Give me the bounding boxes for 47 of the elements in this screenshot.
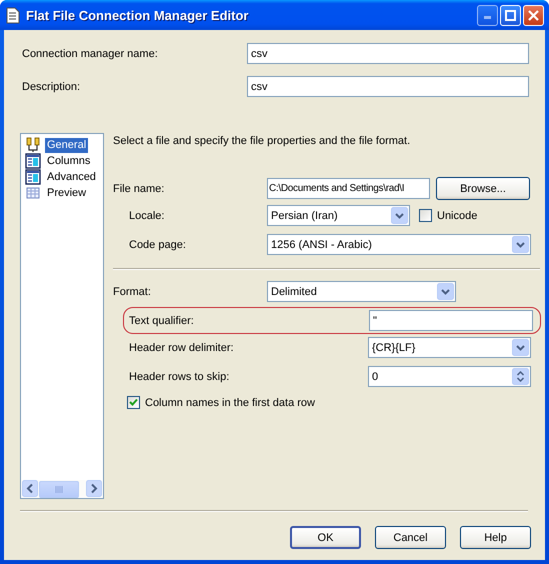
field-label: Code page: (128, 238, 187, 250)
dropdown[interactable]: Persian (Iran) (267, 205, 410, 226)
minimize-button[interactable] (477, 4, 498, 26)
checkbox-label: Column names in the first data row (145, 396, 315, 408)
input-field[interactable]: csv (247, 76, 529, 97)
field-label: Description: (22, 80, 82, 92)
field-label: Text qualifier: (129, 314, 195, 326)
field-label: Header rows to skip: (128, 370, 230, 382)
scroll-thumb[interactable] (39, 481, 79, 498)
field-label: Locale: (128, 210, 166, 222)
field-label: File name: (113, 182, 166, 194)
spinner-arrows-icon[interactable] (512, 368, 529, 385)
browse-button[interactable]: Browse... (436, 177, 530, 200)
checkbox[interactable] (419, 209, 432, 222)
instruction-text: Select a file and specify the file properties and the file format. (113, 135, 412, 147)
window-title: Flat File Connection Manager Editor (26, 8, 250, 22)
plug-icon (25, 137, 41, 153)
table-icon (25, 185, 41, 201)
dialog-button[interactable]: OK (290, 526, 361, 549)
maximize-icon (505, 10, 516, 20)
page-list-item[interactable]: Preview (45, 186, 88, 200)
input-field[interactable]: " (369, 310, 533, 331)
field-label: Header row delimiter: (128, 342, 235, 354)
dialog-button[interactable]: Cancel (375, 526, 446, 549)
checkbox-label: Unicode (437, 210, 478, 222)
maximize-button[interactable] (500, 4, 521, 26)
page-list-item[interactable]: Columns (45, 154, 92, 168)
scroll-right-icon[interactable] (86, 480, 102, 497)
page-list-item[interactable]: Advanced (45, 170, 98, 184)
table-icon (25, 153, 41, 169)
input-field[interactable]: C:\Documents and Settings\rad\I (267, 178, 430, 199)
dropdown[interactable]: 1256 (ANSI - Arabic) (267, 234, 531, 255)
page-list-item[interactable]: General (45, 138, 88, 152)
document-icon (6, 6, 20, 24)
horizontal-scrollbar[interactable] (22, 480, 102, 497)
scroll-left-icon[interactable] (22, 480, 38, 497)
close-icon (528, 10, 539, 20)
close-button[interactable] (523, 4, 544, 26)
dropdown[interactable]: Delimited (267, 281, 456, 302)
dropdown[interactable]: {CR}{LF} (368, 337, 531, 358)
dialog-button[interactable]: Help (460, 526, 531, 549)
field-label: Connection manager name: (22, 48, 159, 60)
checkbox[interactable] (127, 396, 140, 409)
number-spinner[interactable]: 0 (368, 366, 531, 387)
field-label: Format: (113, 286, 152, 298)
table-icon (25, 169, 41, 185)
input-field[interactable]: csv (247, 43, 529, 64)
